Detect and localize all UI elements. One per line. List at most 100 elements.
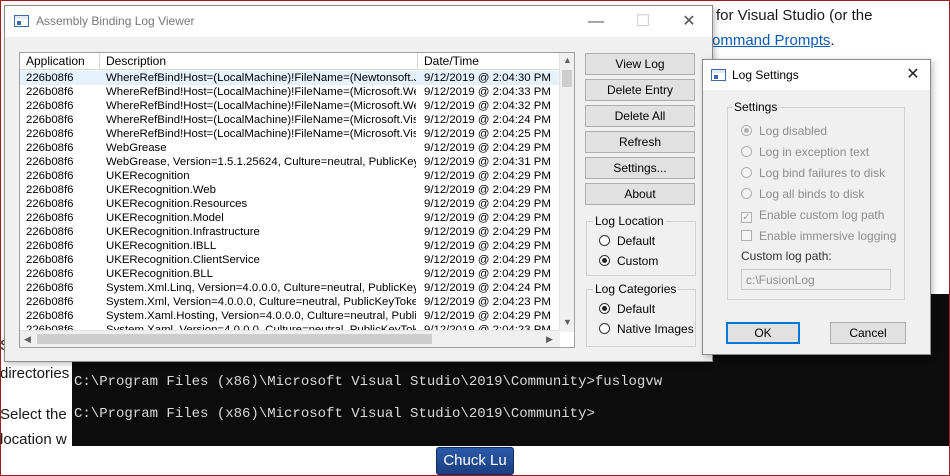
dialog-close-icon[interactable]: ✕ — [900, 65, 926, 85]
option-enable-custom-path: ✓ Enable custom log path — [741, 208, 884, 223]
dialog-window-icon — [711, 69, 726, 81]
cancel-button[interactable]: Cancel — [830, 322, 906, 344]
log-location-default-label: Default — [617, 234, 656, 248]
scroll-up-icon[interactable]: ▲ — [563, 55, 572, 65]
log-entries-list[interactable]: Application Description Date/Time 226b08… — [19, 52, 575, 348]
cell-description: UKERecognition.Infrastructure — [106, 226, 260, 238]
web-link-command-prompts[interactable]: ommand Prompts. — [712, 32, 835, 49]
cell-description: WhereRefBind!Host=(LocalMachine)!FileNam… — [106, 100, 416, 112]
cell-description: UKERecognition — [106, 170, 190, 182]
console-line-1: C:\Program Files (x86)\Microsoft Visual … — [74, 374, 663, 390]
table-row[interactable]: 226b08f6 System.Xaml.Hosting, Version=4.0… — [20, 309, 560, 323]
radio-custom-location[interactable] — [599, 255, 610, 266]
column-header-description[interactable]: Description — [100, 53, 418, 70]
close-icon[interactable]: ✕ — [676, 12, 702, 32]
vertical-scrollbar[interactable]: ▲ ▼ — [559, 53, 574, 332]
list-header: Application Description Date/Time — [20, 53, 560, 70]
log-location-default-radio[interactable]: Default — [599, 234, 655, 248]
table-row[interactable]: 226b08f6 WhereRefBind!Host=(LocalMachine)… — [20, 127, 560, 141]
cell-application: 226b08f6 — [26, 282, 74, 294]
table-row[interactable]: 226b08f6 UKERecognition.BLL 9/12/2019 @ 2:… — [20, 267, 560, 281]
table-row[interactable]: 226b08f6 WhereRefBind!Host=(LocalMachine)… — [20, 99, 560, 113]
log-categories-default-radio[interactable]: Default — [599, 302, 655, 316]
log-categories-title: Log Categories — [593, 282, 679, 296]
option-log-exception-label: Log in exception text — [759, 145, 870, 159]
table-row[interactable]: 226b08f6 UKERecognition 9/12/2019 @ 2:04:2… — [20, 169, 560, 183]
cell-datetime: 9/12/2019 @ 2:04:29 PM — [424, 268, 551, 280]
scroll-left-icon[interactable]: ◀ — [24, 334, 31, 345]
table-row[interactable]: 226b08f6 WebGrease 9/12/2019 @ 2:04:29 PM — [20, 141, 560, 155]
settings-button[interactable]: Settings... — [585, 157, 695, 179]
dialog-titlebar[interactable]: Log Settings ✕ — [703, 60, 930, 90]
log-categories-native-label: Native Images — [617, 322, 694, 336]
cell-application: 226b08f6 — [26, 86, 74, 98]
cell-description: WhereRefBind!Host=(LocalMachine)!FileNam… — [106, 128, 416, 140]
cell-application: 226b08f6 — [26, 310, 74, 322]
cell-datetime: 9/12/2019 @ 2:04:29 PM — [424, 198, 551, 210]
about-button[interactable]: About — [585, 183, 695, 205]
horizontal-scrollbar[interactable]: ◀ ▶ — [20, 330, 560, 347]
log-location-custom-radio[interactable]: Custom — [599, 254, 658, 268]
main-titlebar[interactable]: Assembly Binding Log Viewer — ☐ ✕ — [5, 6, 712, 37]
table-row[interactable]: 226b08f6 WhereRefBind!Host=(LocalMachine)… — [20, 113, 560, 127]
scroll-down-icon[interactable]: ▼ — [563, 317, 572, 327]
settings-group-title: Settings — [732, 100, 780, 114]
scroll-right-icon[interactable]: ▶ — [546, 334, 553, 345]
delete-all-button[interactable]: Delete All — [585, 105, 695, 127]
delete-entry-button[interactable]: Delete Entry — [585, 79, 695, 101]
cell-application: 226b08f6 — [26, 184, 74, 196]
cell-application: 226b08f6 — [26, 142, 74, 154]
option-log-all-binds: Log all binds to disk — [741, 187, 864, 201]
log-categories-native-radio[interactable]: Native Images — [599, 322, 694, 336]
table-row[interactable]: 226b08f6 UKERecognition.IBLL 9/12/2019 @ 2… — [20, 239, 560, 253]
checkbox-immersive — [741, 230, 752, 241]
log-categories-default-label: Default — [617, 302, 656, 316]
list-body[interactable]: 226b08f6 WhereRefBind!Host=(LocalMachine)… — [20, 71, 560, 331]
radio-default-location[interactable] — [599, 235, 610, 246]
log-settings-dialog[interactable]: Log Settings ✕ Settings Log disabled Log… — [702, 59, 931, 355]
checkbox-custom-path: ✓ — [741, 212, 752, 223]
cell-application: 226b08f6 — [26, 72, 74, 84]
cell-application: 226b08f6 — [26, 268, 74, 280]
cell-datetime: 9/12/2019 @ 2:04:25 PM — [424, 128, 551, 140]
option-enable-immersive: Enable immersive logging — [741, 229, 896, 243]
table-row[interactable]: 226b08f6 WhereRefBind!Host=(LocalMachine)… — [20, 85, 560, 99]
cell-datetime: 9/12/2019 @ 2:04:24 PM — [424, 282, 551, 294]
cell-datetime: 9/12/2019 @ 2:04:30 PM — [424, 72, 551, 84]
table-row[interactable]: 226b08f6 UKERecognition.Web 9/12/2019 @ 2:… — [20, 183, 560, 197]
option-enable-immersive-label: Enable immersive logging — [759, 229, 897, 243]
vertical-scroll-thumb[interactable] — [562, 70, 572, 87]
cell-description: UKERecognition.Model — [106, 212, 224, 224]
cell-datetime: 9/12/2019 @ 2:04:24 PM — [424, 114, 551, 126]
radio-default-category[interactable] — [599, 303, 610, 314]
table-row[interactable]: 226b08f6 WebGrease, Version=1.5.1.25624, … — [20, 155, 560, 169]
table-row[interactable]: 226b08f6 WhereRefBind!Host=(LocalMachine)… — [20, 71, 560, 85]
column-header-datetime[interactable]: Date/Time — [418, 53, 560, 70]
web-text-select-the: Select the — [0, 406, 67, 423]
column-header-application[interactable]: Application — [20, 53, 100, 70]
table-row[interactable]: 226b08f6 UKERecognition.Resources 9/12/201… — [20, 197, 560, 211]
table-row[interactable]: 226b08f6 UKERecognition.Infrastructure 9/1… — [20, 225, 560, 239]
horizontal-scroll-thumb[interactable] — [37, 334, 432, 344]
cell-datetime: 9/12/2019 @ 2:04:29 PM — [424, 240, 551, 252]
table-row[interactable]: 226b08f6 UKERecognition.ClientService 9/12… — [20, 253, 560, 267]
web-link-text[interactable]: ommand Prompts — [712, 32, 830, 49]
radio-log-exception — [741, 146, 752, 157]
ok-button[interactable]: OK — [726, 322, 800, 344]
web-text-directories: directories — [0, 365, 70, 382]
table-row[interactable]: 226b08f6 System.Xml.Linq, Version=4.0.0.0… — [20, 281, 560, 295]
radio-native-images[interactable] — [599, 323, 610, 334]
table-row[interactable]: 226b08f6 UKERecognition.Model 9/12/2019 @ … — [20, 211, 560, 225]
cell-description: System.Xml.Linq, Version=4.0.0.0, Cultur… — [106, 282, 416, 294]
option-log-disabled: Log disabled — [741, 124, 827, 138]
option-log-bind-failures: Log bind failures to disk — [741, 166, 885, 180]
option-log-disabled-label: Log disabled — [759, 124, 828, 138]
table-row[interactable]: 226b08f6 System.Xml, Version=4.0.0.0, Cul… — [20, 295, 560, 309]
assembly-binding-log-viewer-window[interactable]: Assembly Binding Log Viewer — ☐ ✕ Applic… — [4, 5, 713, 362]
cell-application: 226b08f6 — [26, 128, 74, 140]
refresh-button[interactable]: Refresh — [585, 131, 695, 153]
minimize-icon[interactable]: — — [583, 12, 609, 32]
custom-path-input — [741, 269, 891, 290]
cell-application: 226b08f6 — [26, 212, 74, 224]
view-log-button[interactable]: View Log — [585, 53, 695, 75]
